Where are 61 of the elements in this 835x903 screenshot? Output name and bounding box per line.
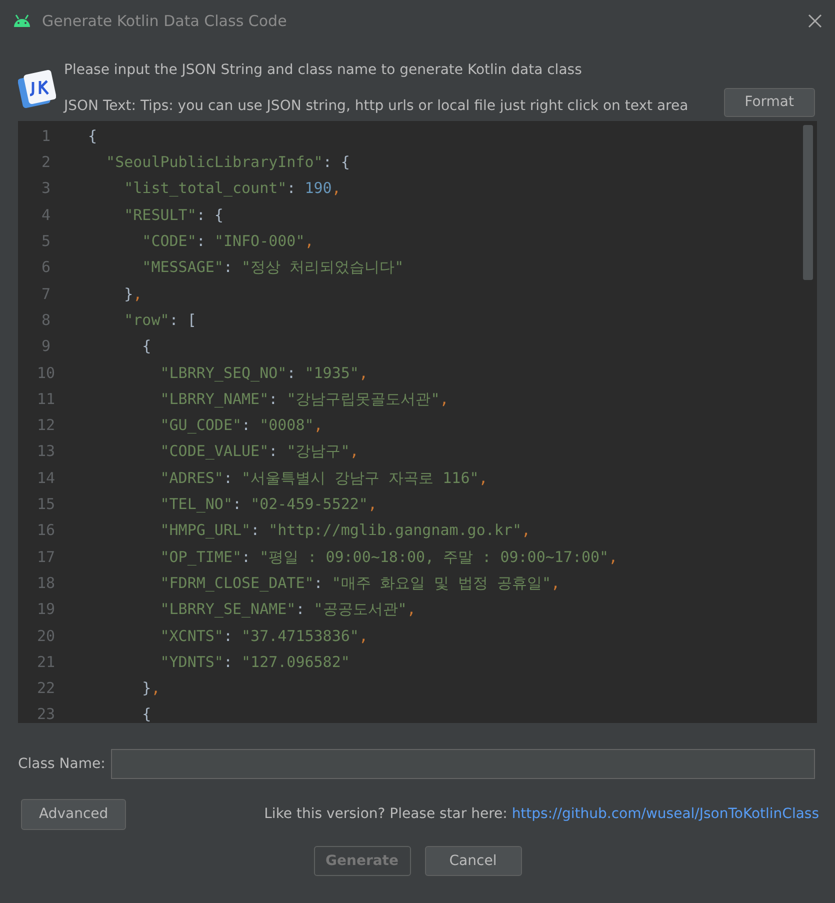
code-line: "OP_TIME": "평일 : 09:00~18:00, 주말 : 09:00~17:00", [159, 546, 618, 568]
code-line: "YDNTS": "127.096582" [159, 652, 350, 673]
line-number: 21 [36, 652, 56, 673]
window-title: Generate Kotlin Data Class Code [42, 10, 287, 32]
line-number: 14 [36, 468, 56, 489]
class-name-field[interactable] [111, 749, 815, 779]
code-line: "row": [ [123, 310, 196, 331]
line-number: 16 [36, 520, 56, 542]
line-number: 7 [40, 284, 52, 305]
jk-logo-icon [18, 68, 56, 110]
code-line: "TEL_NO": "02-459-5522", [159, 494, 377, 516]
line-number: 23 [36, 704, 56, 723]
close-button[interactable] [807, 13, 823, 29]
instruction-text: Please input the JSON String and class name to generate Kotlin data class [64, 61, 583, 80]
line-number: 6 [40, 257, 52, 278]
code-line: "CODE_VALUE": "강남구", [159, 441, 359, 462]
star-note: Like this version? Please star here: https://github.com/wuseal/JsonToKotlinClass [264, 805, 819, 824]
code-line: { [141, 336, 152, 358]
line-number: 5 [40, 231, 52, 252]
line-number: 13 [36, 441, 56, 462]
advanced-button[interactable]: Advanced [21, 799, 126, 830]
code-line: "XCNTS": "37.47153836", [159, 626, 368, 647]
code-line: "FDRM_CLOSE_DATE": "매주 화요일 및 법정 공휴일", [159, 572, 560, 594]
code-line: "SeoulPublicLibraryInfo": { [105, 152, 350, 174]
line-number: 15 [36, 494, 56, 516]
tips-text: JSON Text: Tips: you can use JSON string, http urls or local file just right click on text area [64, 97, 688, 116]
json-text-editor[interactable] [18, 121, 817, 723]
line-number: 9 [40, 336, 52, 358]
format-button[interactable]: Format [724, 88, 815, 117]
line-number: 3 [40, 178, 52, 200]
code-line: "CODE": "INFO-000", [141, 231, 314, 252]
code-line: }, [141, 678, 160, 700]
line-number: 4 [40, 204, 52, 226]
code-line: "MESSAGE": "정상 처리되었습니다" [141, 257, 404, 278]
code-line: "LBRRY_SE_NAME": "공공도서관", [159, 599, 416, 620]
code-line: "ADRES": "서울특별시 강남구 자곡로 116", [159, 468, 488, 489]
code-line: "GU_CODE": "0008", [159, 415, 323, 436]
line-number: 19 [36, 599, 56, 620]
line-number: 11 [36, 388, 56, 410]
scrollbar-thumb[interactable] [803, 125, 813, 280]
line-number: 18 [36, 572, 56, 594]
line-number: 8 [40, 310, 52, 331]
github-link[interactable]: https://github.com/wuseal/JsonToKotlinClass [512, 806, 819, 822]
code-line: "LBRRY_NAME": "강남구립못골도서관", [159, 388, 449, 410]
line-number: 20 [36, 626, 56, 647]
code-line: }, [123, 284, 142, 305]
code-line: "LBRRY_SEQ_NO": "1935", [159, 362, 368, 384]
line-number: 22 [36, 678, 56, 700]
android-icon [12, 14, 32, 28]
line-number: 2 [40, 152, 52, 174]
code-line: "HMPG_URL": "http://mglib.gangnam.go.kr", [159, 520, 531, 542]
code-line: "RESULT": { [123, 204, 224, 226]
line-number: 12 [36, 415, 56, 436]
dialog-button[interactable]: Cancel [424, 846, 522, 876]
code-line: "list_total_count": 190, [123, 178, 341, 200]
line-number: 1 [40, 126, 52, 147]
code-line: { [87, 126, 98, 147]
class-name-label: Class Name: [18, 754, 106, 774]
line-number: 17 [36, 546, 56, 568]
code-line: { [141, 704, 152, 723]
line-number: 10 [36, 362, 56, 384]
